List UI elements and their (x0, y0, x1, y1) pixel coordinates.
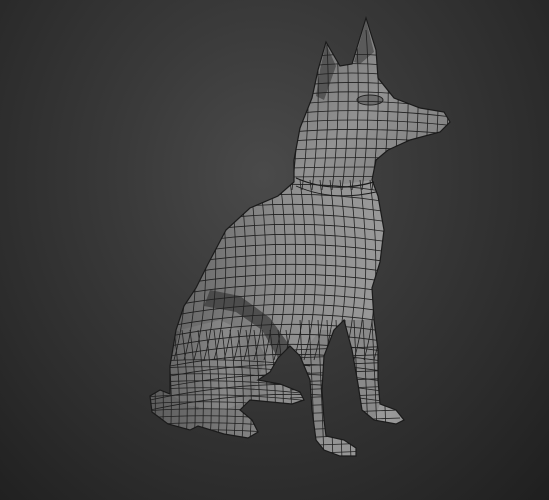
viewport-3d[interactable] (0, 0, 549, 500)
eye-icon (356, 94, 384, 106)
dog-wireframe-model[interactable] (0, 0, 549, 500)
